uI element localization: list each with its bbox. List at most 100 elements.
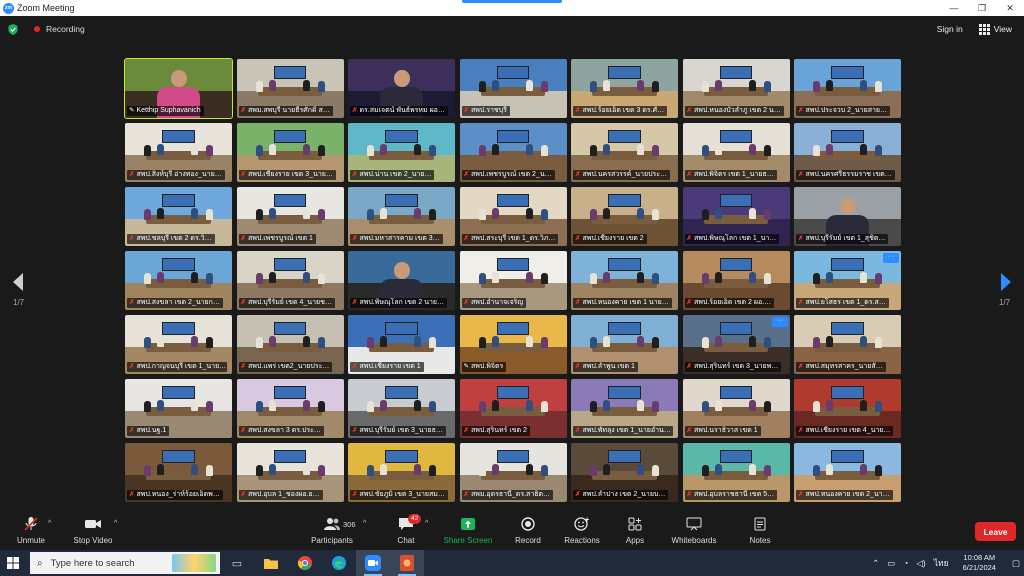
zoom-app-icon[interactable] <box>356 550 390 576</box>
participant-tile[interactable]: ✗ สพป.น่าน เขต 2_นาย… <box>348 123 455 182</box>
powerpoint-app-icon[interactable] <box>390 550 424 576</box>
participant-tile[interactable]: ✗ สพป.เพชรบูรณ์ เขต 2_น… <box>459 123 567 182</box>
participant-tile[interactable]: ✗ สพป.สุรินทร์ เขต 2 <box>459 379 567 438</box>
participant-tile[interactable]: ✗ สพป.พิษณุโลก เขต 2 นาย… <box>348 251 455 310</box>
attendee-figure <box>875 145 883 157</box>
share-screen-button[interactable]: Share Screen <box>434 516 502 548</box>
notifications-icon[interactable]: ▢ <box>1012 558 1020 569</box>
participant-tile[interactable]: ✗ สพป.เพชรบูรณ์ เขต 1 <box>236 187 344 246</box>
recording-status[interactable]: Recording <box>46 24 85 34</box>
participant-tile[interactable]: ✗ สพป.สงขลา เขต 2_นายก… <box>125 251 232 310</box>
participant-tile[interactable]: ✗ สพป.พิษณุโลก เขต 1_นา… <box>682 187 790 246</box>
participant-tile[interactable]: ✗ สพป.มหาสารคาม เขต 3… <box>348 187 455 246</box>
participant-tile[interactable]: ✗ สพป.ลำพูน เขต 1 <box>571 315 678 374</box>
participant-tile[interactable]: ✗ สพป.บุรีรัมย์ เขต 4_นายช… <box>236 251 344 310</box>
participant-tile[interactable]: ✗ สพป.สงขลา 3 ดร.ประ… <box>236 379 344 438</box>
participant-tile[interactable]: ✗ สพป.เชียงราย เขต 2 <box>571 187 678 246</box>
taskbar-search-box[interactable]: ⌕ Type here to search <box>30 552 220 574</box>
participant-tile[interactable]: ✗ สพป.หนองคาย เขต 2_นา… <box>794 443 901 502</box>
participant-tile[interactable]: ✗ สพป.ชลบุรี เขต 2 ดร.วิ… <box>125 187 232 246</box>
participant-tile[interactable]: ✗ สพป.อุบลราชธานี เขต 5… <box>682 443 790 502</box>
participant-tile[interactable]: ✗ สพป.อำนาจเจริญ <box>459 251 567 310</box>
tile-more-options-icon[interactable]: ··· <box>771 317 788 327</box>
close-button[interactable]: ✕ <box>996 0 1024 16</box>
next-page-arrow-icon[interactable] <box>999 272 1013 292</box>
participant-tile[interactable]: ✗ สพป.บุรีรัมย์ เขต 1_สุชิต… <box>794 187 901 246</box>
attendee-figure <box>590 209 598 221</box>
taskbar-clock[interactable]: 10:08 AM 6/21/2024 <box>959 553 1000 573</box>
maximize-button[interactable]: ❐ <box>968 0 996 16</box>
minimize-button[interactable]: — <box>940 0 968 16</box>
keyboard-language[interactable]: ไทย <box>934 556 949 570</box>
participant-tile[interactable]: ··· ✗ สพป.สุรินทร์ เขต 3_นายพ… <box>682 315 790 374</box>
chat-button[interactable]: Chat <box>372 516 440 548</box>
participant-tile[interactable]: ✗ สพป.ร้อยเอ็ด เขต 3 ดร.ศั… <box>571 59 678 118</box>
participant-tile[interactable]: ✗ สพป.สมุทรสาคร_นายสั… <box>794 315 901 374</box>
participant-tile[interactable]: ✎ สพป.พิจิตร <box>459 315 567 374</box>
room-display-screen <box>273 386 307 400</box>
participant-tile[interactable]: ✗ สพป.แพร่ เขต2_นายประ… <box>236 315 344 374</box>
participant-tile[interactable]: ✎ Ketthip Suphavanich <box>124 58 233 119</box>
signin-link[interactable]: Sign in <box>937 24 963 34</box>
participant-tile[interactable]: ✗ สพป.นราธิวาส เขต 1 <box>682 379 790 438</box>
chrome-icon[interactable] <box>288 550 322 576</box>
room-display-screen <box>831 386 864 400</box>
participant-tile[interactable]: ··· ✗ สพป.ยโสธร เขต 1_ดร.ส… <box>794 251 901 310</box>
attendee-figure <box>191 336 199 348</box>
tile-more-options-icon[interactable]: ··· <box>883 253 899 263</box>
participant-name-label: ✎ สพป.พิจิตร <box>461 362 507 372</box>
participant-tile[interactable]: ✗ สพป.ลำปาง เขต 2_นายบ… <box>571 443 678 502</box>
participant-name-label: ✗ สพม.สพบุรี นายธีรศักดิ์ ส… <box>238 106 333 116</box>
participant-tile[interactable]: ✗ สพป.นครสวรรค์_นายประ… <box>571 123 678 182</box>
mic-muted-icon: ✗ <box>129 491 135 498</box>
network-icon[interactable]: ▭ <box>887 558 895 569</box>
chat-caret-icon[interactable]: ^ <box>425 520 428 527</box>
participant-tile[interactable]: ✗ สพป.พิจิตร เขต 1_นายธ… <box>682 123 790 182</box>
leave-button[interactable]: Leave <box>975 522 1016 541</box>
previous-page-arrow-icon[interactable] <box>11 272 25 292</box>
view-button[interactable]: View <box>978 23 1012 35</box>
wifi-icon[interactable]: ◔ <box>903 558 908 568</box>
participant-tile[interactable]: ✗ สพป.เชียงราย เขต 3_นาย… <box>236 123 344 182</box>
audio-options-caret-icon[interactable]: ^ <box>48 520 51 527</box>
participant-tile[interactable]: ✗ สพป.หนองคาย เขต 1 นาย… <box>571 251 678 310</box>
participant-tile[interactable]: ✗ สพป.เชียงราย เขต 4_นาย… <box>794 379 901 438</box>
participants-caret-icon[interactable]: ^ <box>363 520 366 527</box>
windows-start-icon[interactable] <box>0 550 26 576</box>
participant-tile[interactable]: ✗ สพป.ราชบุรี <box>459 59 567 118</box>
participant-tile[interactable]: ✗ สพป.ประจวบ 2_นายสาย… <box>794 59 901 118</box>
participants-button[interactable]: Participants <box>298 516 366 548</box>
volume-icon[interactable]: ◁) <box>916 558 925 569</box>
participant-tile[interactable]: ✗ สพป.หนอง_ร่าห์ร้อยเอ็ดพ… <box>125 443 232 502</box>
participant-tile[interactable]: ✗ สพป.กาญจนบุรี เขต 1_นาย… <box>125 315 232 374</box>
participant-tile[interactable]: ✗ สพป.หนองบัวลำภู เขต 2 น… <box>682 59 790 118</box>
participant-tile[interactable]: ✗ สพป.สิงห์บุรี อ่างทอง_นาย… <box>125 123 232 182</box>
video-options-caret-icon[interactable]: ^ <box>114 520 117 527</box>
participant-tile[interactable]: ✗ สพป.ร้อยเอ็ด เขต 2 ผอ.… <box>682 251 790 310</box>
unmute-button[interactable]: Unmute <box>0 516 65 548</box>
participant-tile[interactable]: ✗ สพป.อุบล 1_ชองผอ.ย… <box>236 443 344 502</box>
participant-tile[interactable]: ✗ สพม.อุดรธานี_ดร.สาธิต… <box>459 443 567 502</box>
apps-button[interactable]: Apps <box>601 516 669 548</box>
whiteboards-button[interactable]: Whiteboards <box>660 516 728 548</box>
mic-muted-icon: ✗ <box>798 491 804 498</box>
notes-label: Notes <box>749 536 771 545</box>
attendee-figure <box>491 80 499 92</box>
participant-tile[interactable]: ✗ สพป.นครศรีธรรมราช เขต… <box>794 123 901 182</box>
file-explorer-icon[interactable] <box>254 550 288 576</box>
security-shield-icon[interactable] <box>8 23 18 35</box>
titlebar-drag-indicator[interactable] <box>462 0 562 3</box>
participant-tile[interactable]: ✗ สพป.ชัยภูมิ เขต 3_นายสม… <box>348 443 455 502</box>
participant-tile[interactable]: ✗ สพป.บุรีรัมย์ เขต 3_นายธ… <box>348 379 455 438</box>
mic-muted-icon: ✗ <box>463 107 469 114</box>
tray-overflow-icon[interactable]: ⌃ <box>872 558 879 569</box>
notes-button[interactable]: Notes <box>726 516 794 548</box>
edge-icon[interactable] <box>322 550 356 576</box>
participant-tile[interactable]: ✗ สพม.สพบุรี นายธีรศักดิ์ ส… <box>236 59 344 118</box>
participant-tile[interactable]: ✗ สพป.พัทลุง เขต 1_นายอำน… <box>571 379 678 438</box>
participant-tile[interactable]: ✗ สพป.เชียงราย เขต 1 <box>348 315 455 374</box>
participant-tile[interactable]: ✗ สพป.นฐ.1 <box>125 379 232 438</box>
participant-tile[interactable]: ✗ สพป.สระบุรี เขต 1_ดร.วิภ… <box>459 187 567 246</box>
participant-tile[interactable]: ✗ ดร.สมเจตน์ พันธ์พรหม ผอ… <box>348 59 455 118</box>
task-view-icon[interactable]: ▭ <box>220 550 254 576</box>
